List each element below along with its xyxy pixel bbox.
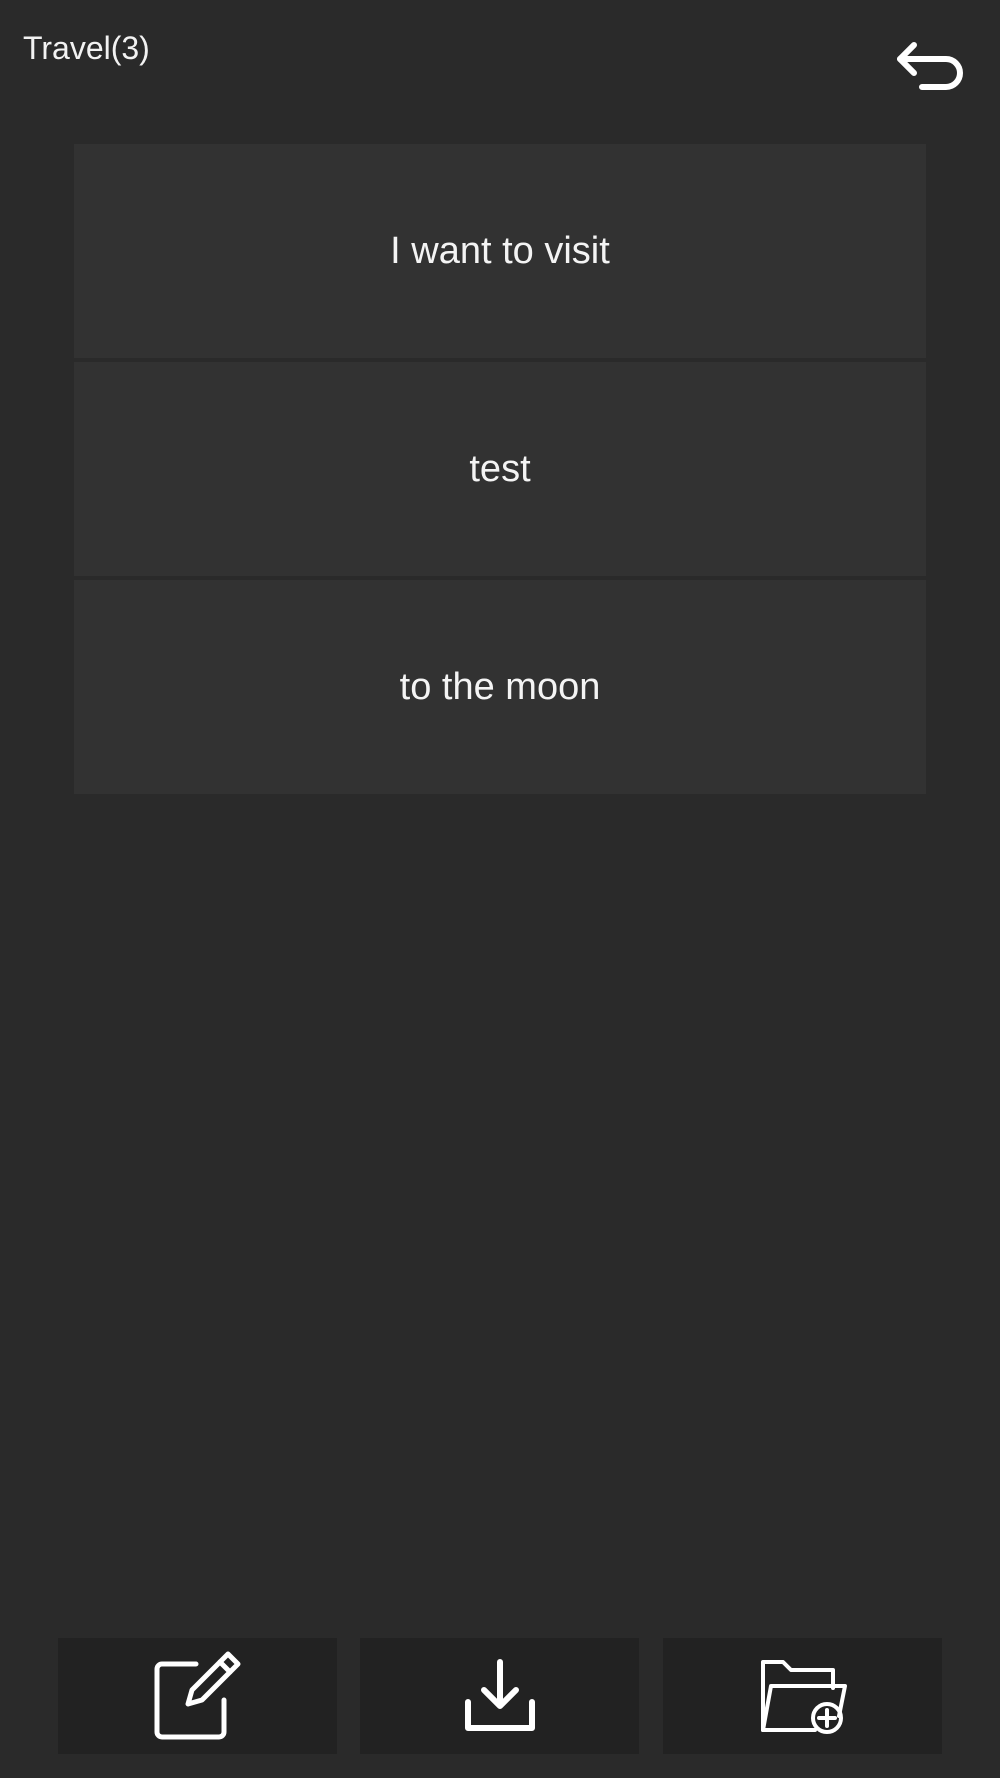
bottom-toolbar [58,1638,942,1754]
add-folder-button[interactable] [663,1638,942,1754]
item-list: I want to visit test to the moon [74,144,926,798]
list-item[interactable]: I want to visit [74,144,926,358]
edit-button[interactable] [58,1638,337,1754]
list-item[interactable]: to the moon [74,580,926,794]
download-button[interactable] [360,1638,639,1754]
download-icon [460,1656,540,1736]
edit-icon [150,1648,246,1744]
page-title: Travel(3) [23,30,150,66]
list-item-label: I want to visit [390,229,610,272]
folder-add-icon [753,1654,853,1738]
list-item[interactable]: test [74,362,926,576]
undo-arrow-icon [894,39,966,100]
list-item-label: to the moon [399,665,601,708]
back-button[interactable] [890,38,970,100]
list-item-label: test [469,447,531,490]
